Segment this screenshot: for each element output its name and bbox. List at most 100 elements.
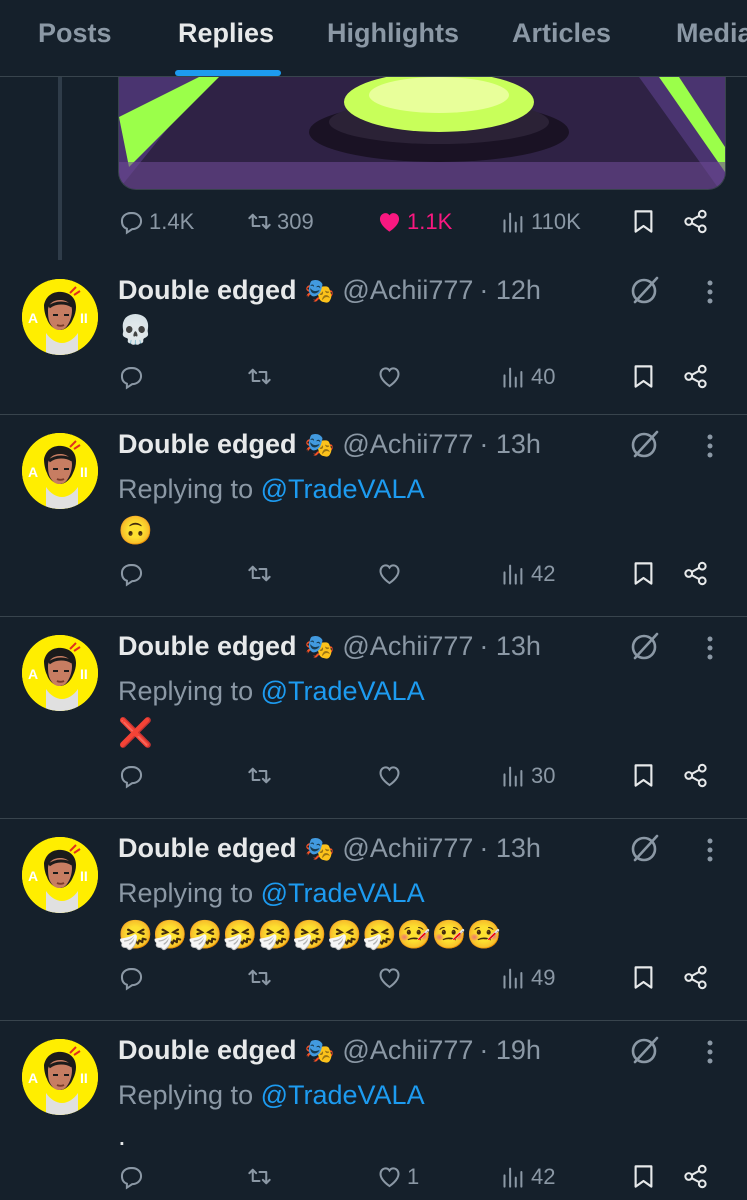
timestamp[interactable]: · 13h [479, 631, 541, 662]
display-name[interactable]: Double edged [118, 631, 297, 662]
reply-content: 🙃 [118, 515, 153, 546]
reply-content: . [118, 1120, 126, 1151]
reply-post[interactable]: A II Double edged 🎭 @Achii777 · 12h Repl… [0, 261, 747, 415]
reply-action[interactable]: 1.4K [118, 208, 194, 235]
bookmark-action[interactable] [630, 964, 657, 991]
reply-post[interactable]: A II Double edged 🎭 @Achii777 · 13h Repl… [0, 819, 747, 1021]
svg-text:A: A [28, 464, 38, 480]
mention-link[interactable]: @TradeVALA [261, 878, 425, 908]
reply-post[interactable]: A II Double edged 🎭 @Achii777 · 13h Repl… [0, 415, 747, 617]
views-action[interactable]: 30 [500, 762, 555, 789]
avatar[interactable]: A II [22, 279, 98, 355]
like-action[interactable] [376, 762, 407, 789]
tab-articles[interactable]: Articles [512, 18, 611, 49]
like-action[interactable] [376, 560, 407, 587]
tab-posts[interactable]: Posts [38, 18, 112, 49]
timestamp[interactable]: · 19h [479, 1035, 541, 1066]
share-action[interactable] [682, 560, 709, 587]
repost-action[interactable]: 309 [246, 208, 314, 235]
reply-action[interactable] [118, 762, 149, 789]
views-action[interactable]: 49 [500, 964, 555, 991]
grok-icon[interactable] [628, 629, 662, 663]
mention-link[interactable]: @TradeVALA [261, 676, 425, 706]
more-icon[interactable] [700, 631, 720, 665]
share-action[interactable] [682, 363, 709, 390]
repost-icon [248, 565, 271, 582]
reply-action[interactable] [118, 560, 149, 587]
like-action[interactable] [376, 964, 407, 991]
share-icon [684, 364, 707, 389]
repost-action[interactable] [246, 363, 277, 390]
grok-icon[interactable] [628, 273, 662, 307]
bookmark-icon [634, 764, 653, 787]
display-name[interactable]: Double edged [118, 1035, 297, 1066]
grok-icon[interactable] [628, 427, 662, 461]
mention-link[interactable]: @TradeVALA [261, 474, 425, 504]
heart-icon [379, 564, 400, 585]
tab-replies[interactable]: Replies [178, 18, 274, 49]
post-media-image[interactable] [118, 77, 726, 190]
views-action[interactable]: 42 [500, 1163, 555, 1190]
views-action[interactable]: 42 [500, 560, 555, 587]
display-name[interactable]: Double edged [118, 429, 297, 460]
share-action[interactable] [682, 208, 709, 235]
replying-to: Replying to @TradeVALA [118, 1080, 425, 1111]
share-action[interactable] [682, 964, 709, 991]
reply-action-bar: 42 [118, 556, 718, 596]
mention-link[interactable]: @TradeVALA [261, 1080, 425, 1110]
repost-action[interactable] [246, 1163, 277, 1190]
user-handle[interactable]: @Achii777 [342, 1035, 473, 1066]
svg-text:II: II [80, 1070, 88, 1086]
timestamp[interactable]: · 13h [479, 429, 541, 460]
timestamp[interactable]: · 12h [479, 275, 541, 306]
bookmark-action[interactable] [630, 208, 657, 235]
user-handle[interactable]: @Achii777 [342, 275, 473, 306]
tab-highlights[interactable]: Highlights [327, 18, 459, 49]
avatar[interactable]: A II [22, 635, 98, 711]
like-action[interactable]: 1 [376, 1163, 419, 1190]
repost-action[interactable] [246, 560, 277, 587]
more-icon[interactable] [700, 1035, 720, 1069]
reply-post[interactable]: A II Double edged 🎭 @Achii777 · 19h Repl… [0, 1021, 747, 1200]
name-emoji: 🎭 [304, 836, 335, 863]
display-name[interactable]: Double edged [118, 275, 297, 306]
reply-action[interactable] [118, 363, 149, 390]
bookmark-action[interactable] [630, 363, 657, 390]
heart-icon [379, 367, 400, 388]
user-handle[interactable]: @Achii777 [342, 833, 473, 864]
like-action[interactable]: 1.1K [376, 208, 452, 235]
bookmark-action[interactable] [630, 1163, 657, 1190]
svg-text:II: II [80, 666, 88, 682]
share-action[interactable] [682, 762, 709, 789]
reply-action-bar: 30 [118, 758, 718, 798]
grok-icon[interactable] [628, 831, 662, 865]
display-name[interactable]: Double edged [118, 833, 297, 864]
user-handle[interactable]: @Achii777 [342, 429, 473, 460]
repost-action[interactable] [246, 964, 277, 991]
svg-text:A: A [28, 666, 38, 682]
views-action[interactable]: 40 [500, 363, 555, 390]
tab-media[interactable]: Media [676, 18, 747, 49]
timestamp[interactable]: · 13h [479, 833, 541, 864]
avatar[interactable]: A II [22, 837, 98, 913]
reply-post[interactable]: A II Double edged 🎭 @Achii777 · 13h Repl… [0, 617, 747, 819]
like-action[interactable] [376, 363, 407, 390]
views-action[interactable]: 110K [500, 208, 581, 235]
grok-icon[interactable] [628, 1033, 662, 1067]
repost-action[interactable] [246, 762, 277, 789]
more-icon[interactable] [700, 833, 720, 867]
avatar[interactable]: A II [22, 1039, 98, 1115]
more-icon[interactable] [700, 275, 720, 309]
reply-action[interactable] [118, 1163, 149, 1190]
bookmark-action[interactable] [630, 560, 657, 587]
reply-action[interactable] [118, 964, 149, 991]
views-icon [503, 968, 523, 989]
repost-icon [248, 1168, 271, 1185]
avatar[interactable]: A II [22, 433, 98, 509]
repost-icon [248, 969, 271, 986]
bookmark-action[interactable] [630, 762, 657, 789]
user-handle[interactable]: @Achii777 [342, 631, 473, 662]
share-action[interactable] [682, 1163, 709, 1190]
avatar-image: A II [22, 635, 98, 711]
more-icon[interactable] [700, 429, 720, 463]
